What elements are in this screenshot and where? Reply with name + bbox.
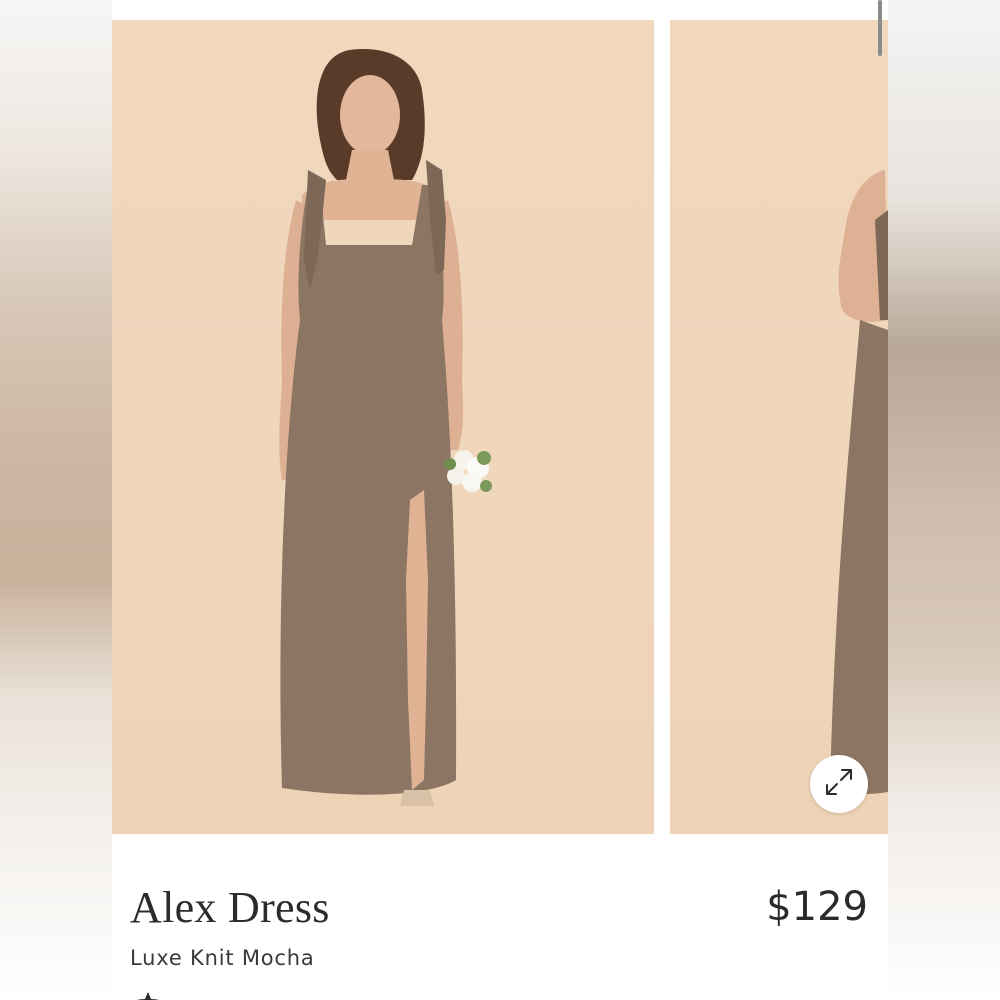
star-icon xyxy=(136,990,160,1000)
expand-arrows-icon xyxy=(822,765,856,804)
image-gallery[interactable] xyxy=(112,20,888,834)
product-photo-front[interactable] xyxy=(112,20,654,834)
expand-image-button[interactable] xyxy=(810,755,868,813)
blurred-background-right xyxy=(888,0,1000,1000)
product-price: $129 xyxy=(766,884,868,930)
scroll-indicator[interactable] xyxy=(878,0,882,56)
blurred-background-left xyxy=(0,0,112,1000)
product-card: Alex Dress Luxe Knit Mocha $129 xyxy=(112,0,888,1000)
product-variant: Luxe Knit Mocha xyxy=(130,946,315,970)
product-photo-back[interactable] xyxy=(670,20,888,834)
product-title: Alex Dress xyxy=(130,883,330,932)
